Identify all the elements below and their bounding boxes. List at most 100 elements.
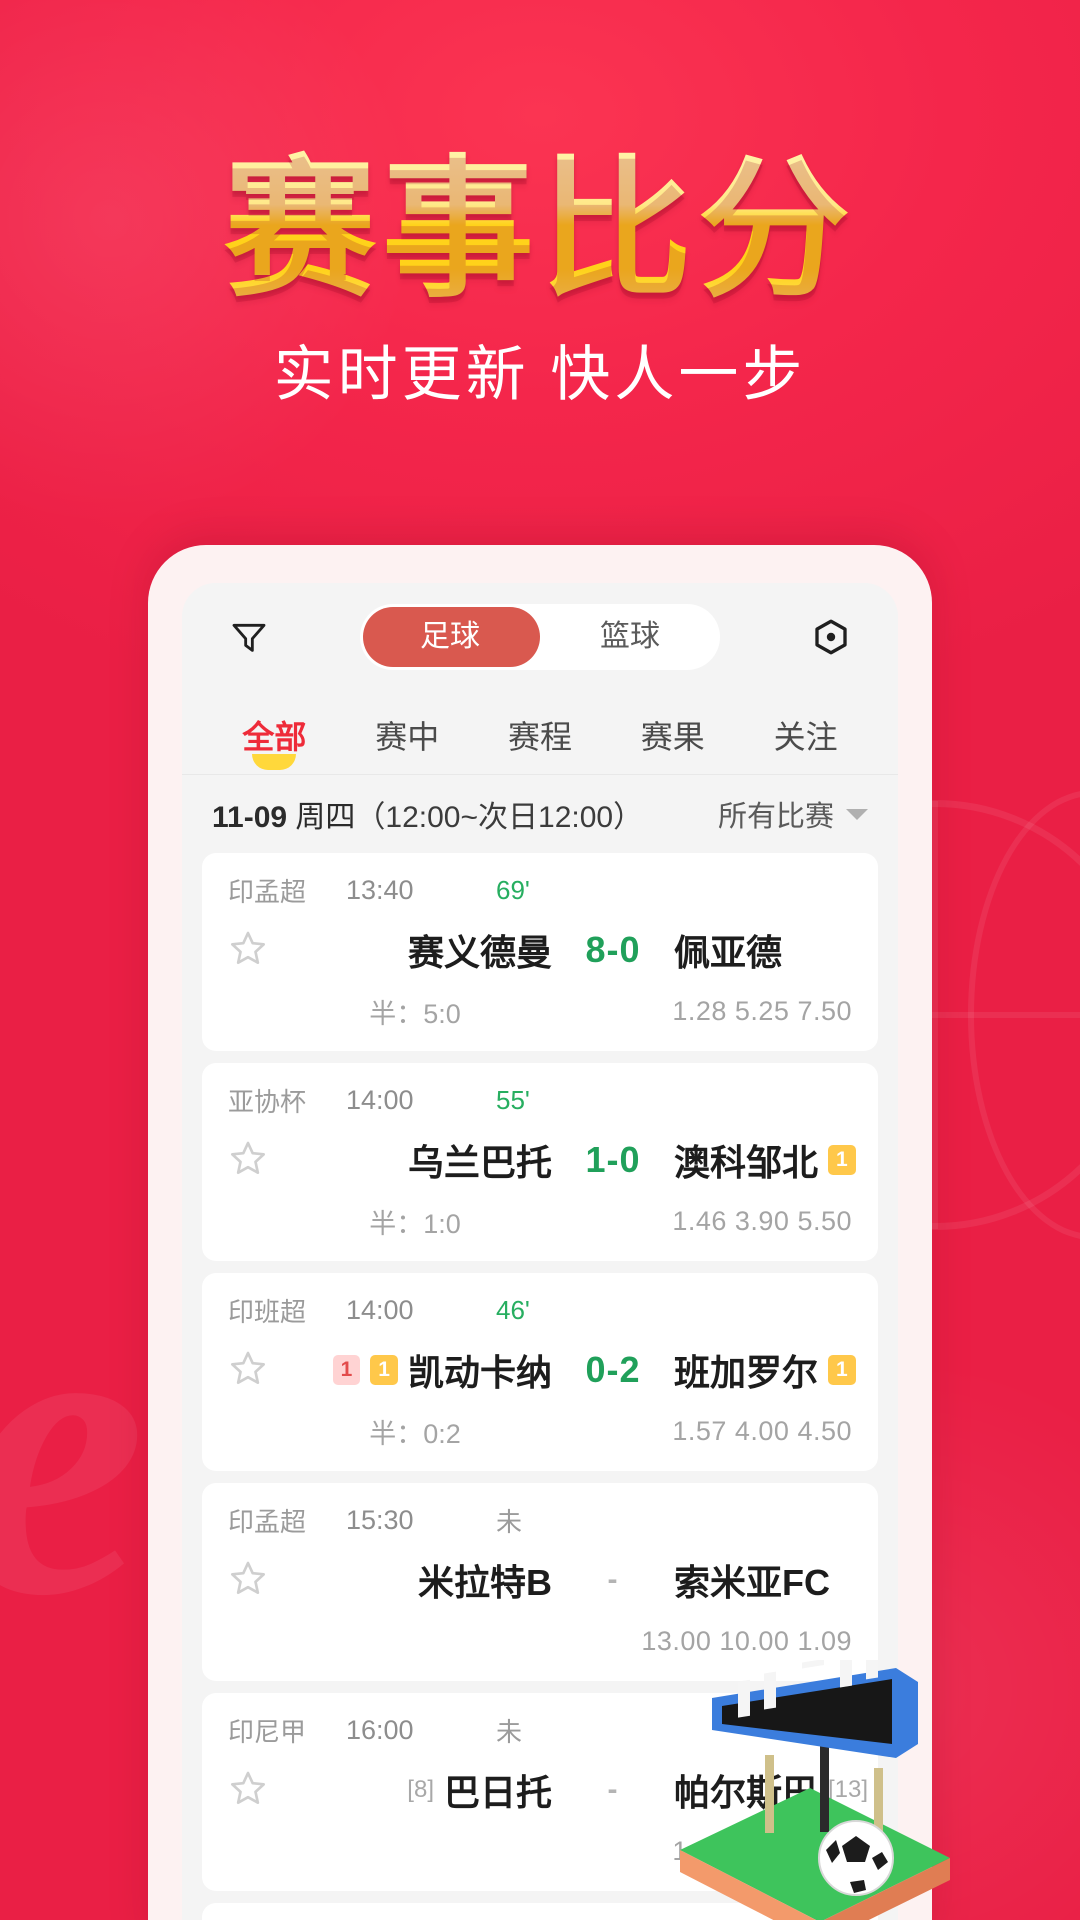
date-label: 11-09 周四（12:00~次日12:00） xyxy=(212,792,643,836)
chevron-down-icon xyxy=(846,808,868,820)
favorite-star-icon[interactable] xyxy=(228,1348,282,1393)
nav-tabs: 全部 赛中 赛程 赛果 关注 xyxy=(182,691,898,775)
odds-values: 1.57 4.00 4.50 xyxy=(672,1415,852,1446)
match-score: 0-2 xyxy=(585,1349,641,1390)
red-card-badge: 1 xyxy=(332,1354,361,1386)
scoreboard-illustration xyxy=(660,1641,960,1920)
date-header: 11-09 周四（12:00~次日12:00） 所有比赛 xyxy=(182,775,898,853)
match-main-row: 赛义德曼 8-0 佩亚德 xyxy=(228,913,852,987)
active-tab-indicator xyxy=(252,754,297,770)
nav-tab-follow[interactable]: 关注 xyxy=(739,712,872,768)
match-status: 55' xyxy=(496,1084,530,1115)
match-time: 16:00 xyxy=(346,1714,414,1745)
match-main-row: 乌兰巴托 1-0 澳科邹北 1 xyxy=(228,1123,856,1197)
tab-football[interactable]: 足球 xyxy=(360,604,540,670)
teams: 赛义德曼 8-0 佩亚德 xyxy=(282,924,898,976)
halftime-score: 半：5:0 xyxy=(369,998,461,1029)
home-team-name: 巴日托 xyxy=(443,1772,552,1813)
time-range-value: （12:00~次日12:00） xyxy=(355,801,644,834)
match-time: 14:00 xyxy=(346,1084,414,1115)
home-team-name: 赛义德曼 xyxy=(407,932,552,973)
match-meta-row: 印孟超 13:40 69' xyxy=(228,867,852,913)
match-card[interactable]: 印孟超 13:40 69' 赛义德曼 8-0 佩亚德 半：5:0 1.28 5.… xyxy=(202,853,878,1051)
home-team-name: 米拉特B xyxy=(418,1562,552,1603)
halftime-score: 半：1:0 xyxy=(369,1208,461,1239)
away-team: 班加罗尔 1 xyxy=(674,1344,898,1396)
match-meta-row: 印班超 14:00 46' xyxy=(228,1287,852,1333)
league-name: 亚协杯 xyxy=(228,1086,307,1117)
tab-basketball[interactable]: 篮球 xyxy=(540,604,720,670)
favorite-star-icon[interactable] xyxy=(228,1558,282,1603)
match-card[interactable]: 印孟超 15:30 未 米拉特B - 索米亚FC 13.00 10.00 1.0… xyxy=(202,1483,878,1681)
league-name: 印尼甲 xyxy=(228,1716,307,1747)
weekday-value: 周四 xyxy=(295,801,356,834)
home-team-name: 凯动卡纳 xyxy=(407,1352,552,1393)
home-team: 赛义德曼 xyxy=(282,924,552,976)
match-time: 13:40 xyxy=(346,874,414,905)
match-time: 15:30 xyxy=(346,1504,414,1535)
hero-title: 赛事比分 xyxy=(0,150,1080,310)
away-team: 佩亚德 xyxy=(674,924,898,976)
league-name: 印孟超 xyxy=(228,876,307,907)
odds-values: 1.46 3.90 5.50 xyxy=(672,1205,852,1236)
yellow-card-badge: 1 xyxy=(370,1354,398,1386)
halftime-score: 半：0:2 xyxy=(369,1418,461,1449)
match-score: - xyxy=(607,1773,619,1806)
away-team-name: 澳科邹北 xyxy=(674,1142,819,1183)
match-footer-row: 半：5:0 1.28 5.25 7.50 xyxy=(228,987,852,1035)
match-meta-row: 亚协杯 14:00 55' xyxy=(228,1077,852,1123)
letter-e-watermark: e xyxy=(0,1240,146,1660)
home-rank: [8] xyxy=(407,1776,434,1803)
match-card[interactable]: 印班超 14:00 46' 11 凯动卡纳 0-2 班加罗尔 1 半：0:2 1… xyxy=(202,1273,878,1471)
away-team-name: 班加罗尔 xyxy=(674,1352,819,1393)
match-score: - xyxy=(607,1563,619,1596)
home-team: 米拉特B xyxy=(282,1554,552,1606)
match-status: 46' xyxy=(496,1294,530,1325)
away-team-name: 索米亚FC xyxy=(674,1562,830,1603)
match-filter-label: 所有比赛 xyxy=(717,801,834,833)
match-footer-row: 半：1:0 1.46 3.90 5.50 xyxy=(228,1197,852,1245)
nav-tab-label: 全部 xyxy=(242,719,307,755)
league-name: 印孟超 xyxy=(228,1506,307,1537)
away-team-name: 佩亚德 xyxy=(674,932,783,973)
filter-icon[interactable] xyxy=(218,606,280,668)
yellow-card-badge: 1 xyxy=(828,1354,856,1386)
match-status: 未 xyxy=(496,1506,523,1537)
nav-tab-results[interactable]: 赛果 xyxy=(606,712,739,768)
match-main-row: 11 凯动卡纳 0-2 班加罗尔 1 xyxy=(228,1333,856,1407)
teams: 乌兰巴托 1-0 澳科邹北 1 xyxy=(282,1134,898,1186)
nav-tab-all[interactable]: 全部 xyxy=(208,712,341,770)
match-status: 未 xyxy=(496,1716,523,1747)
teams: 11 凯动卡纳 0-2 班加罗尔 1 xyxy=(282,1344,898,1396)
match-meta-row: 印孟超 15:30 未 xyxy=(228,1497,852,1543)
match-footer-row: 半：0:2 1.57 4.00 4.50 xyxy=(228,1407,852,1455)
match-score: 1-0 xyxy=(585,1139,641,1180)
yellow-card-badge: 1 xyxy=(828,1144,856,1176)
match-filter-dropdown[interactable]: 所有比赛 xyxy=(718,793,868,835)
favorite-star-icon[interactable] xyxy=(228,1138,282,1183)
match-time: 14:00 xyxy=(346,1294,414,1325)
favorite-star-icon[interactable] xyxy=(228,928,282,973)
app-topbar: 足球 篮球 xyxy=(182,583,898,691)
teams: 米拉特B - 索米亚FC xyxy=(282,1554,898,1606)
match-score: 8-0 xyxy=(585,929,641,970)
date-value: 11-09 xyxy=(212,801,288,834)
match-footer-row: 13.00 10.00 1.09 xyxy=(228,1617,852,1665)
match-card[interactable]: 亚协杯 14:00 55' 乌兰巴托 1-0 澳科邹北 1 半：1:0 1.46… xyxy=(202,1063,878,1261)
away-team: 索米亚FC xyxy=(674,1554,898,1606)
odds-values: 1.28 5.25 7.50 xyxy=(672,995,852,1026)
nav-tab-schedule[interactable]: 赛程 xyxy=(474,712,607,768)
home-team: [8] 巴日托 xyxy=(282,1764,552,1816)
hero-subtitle: 实时更新 快人一步 xyxy=(273,340,807,408)
favorite-star-icon[interactable] xyxy=(228,1768,282,1813)
odds-values: 13.00 10.00 1.09 xyxy=(641,1625,852,1656)
nav-tab-live[interactable]: 赛中 xyxy=(341,712,474,768)
hero-section: 赛事比分 实时更新 快人一步 xyxy=(0,150,1080,413)
home-team-name: 乌兰巴托 xyxy=(407,1142,552,1183)
away-team: 澳科邹北 1 xyxy=(674,1134,898,1186)
match-status: 69' xyxy=(496,874,530,905)
home-team: 11 凯动卡纳 xyxy=(282,1344,552,1396)
gear-icon[interactable] xyxy=(800,606,862,668)
sport-toggle[interactable]: 足球 篮球 xyxy=(360,604,720,670)
league-name: 印班超 xyxy=(228,1296,307,1327)
